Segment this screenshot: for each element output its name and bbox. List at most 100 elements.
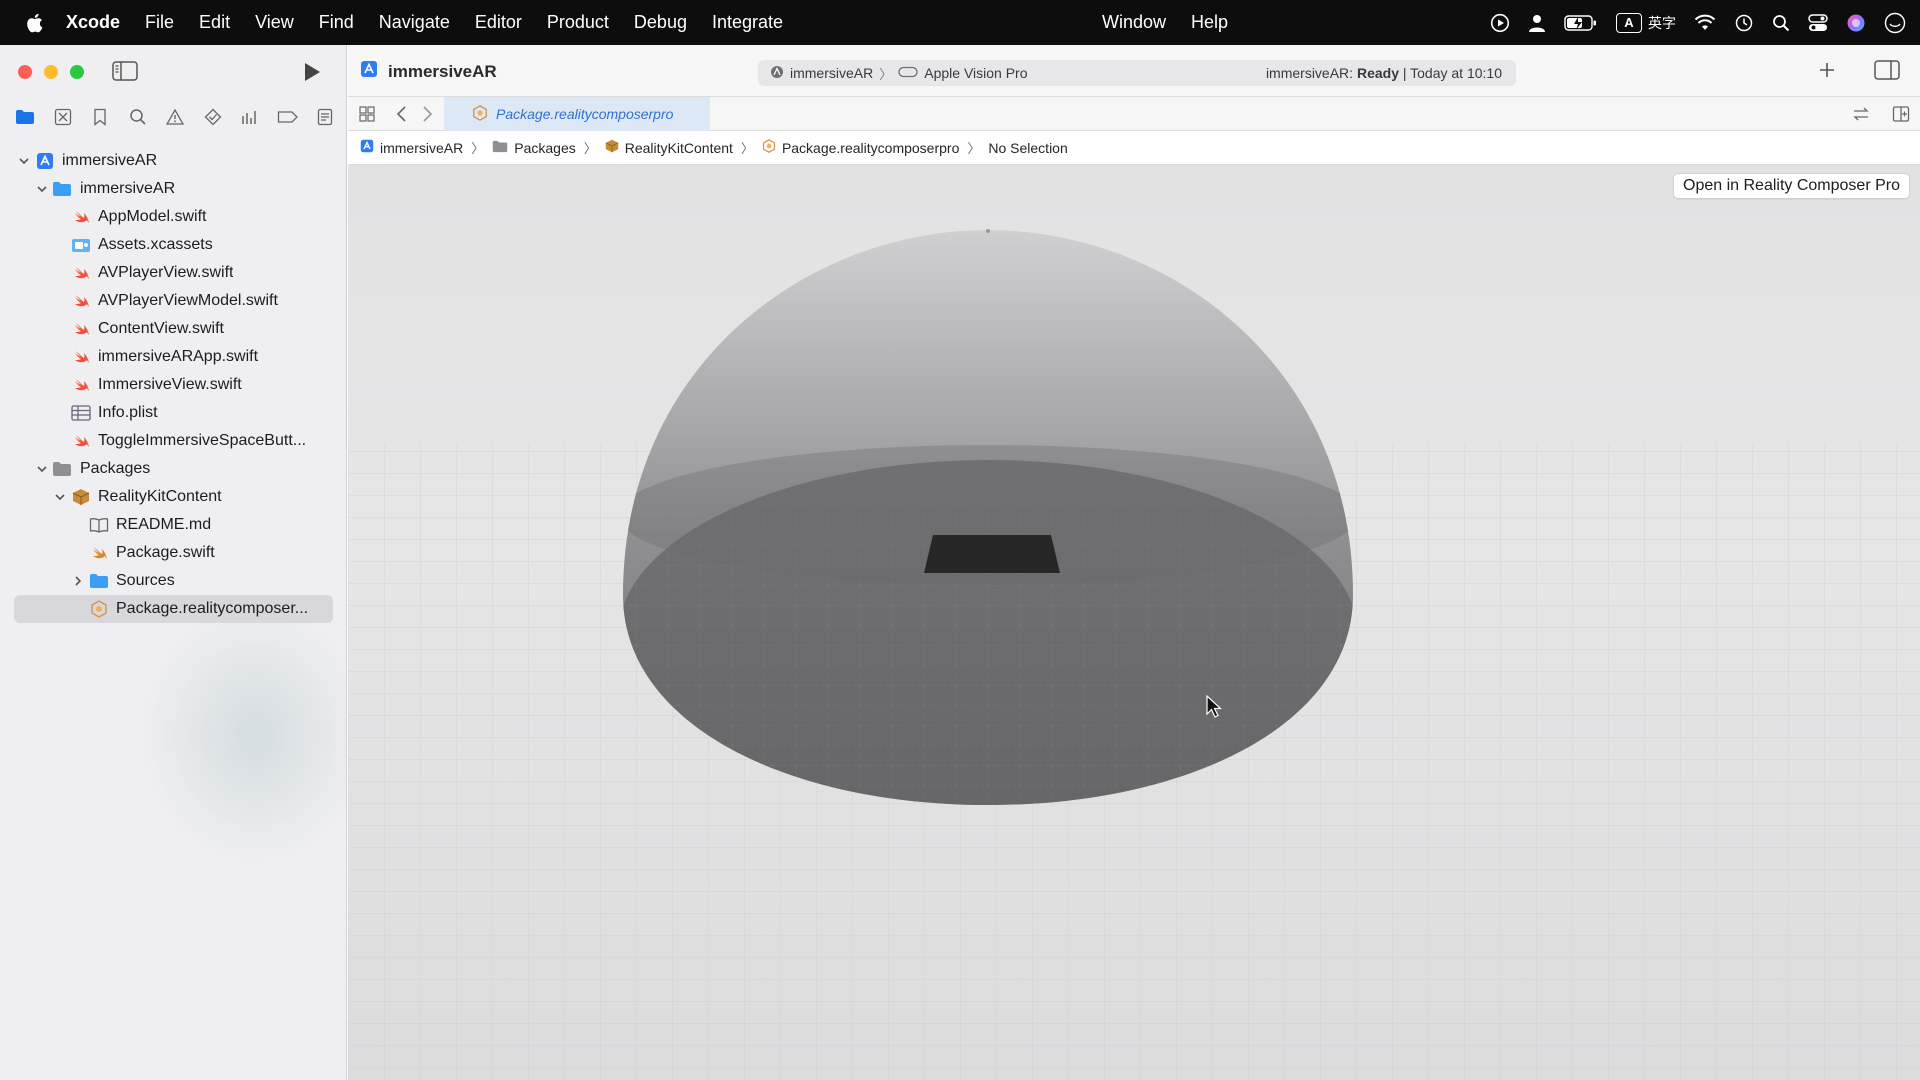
tree-item-label: Package.realitycomposer... <box>116 600 309 617</box>
chevron-down-icon[interactable] <box>54 491 66 503</box>
editor-tab-active[interactable]: Package.realitycomposerpro <box>444 97 710 131</box>
report-navigator-icon[interactable] <box>314 106 336 128</box>
person-icon[interactable] <box>1528 13 1546 33</box>
add-library-icon[interactable] <box>1818 61 1836 84</box>
debug-navigator-icon[interactable] <box>239 106 261 128</box>
xcode-project-icon <box>360 139 374 156</box>
open-in-reality-composer-button[interactable]: Open in Reality Composer Pro <box>1673 173 1910 199</box>
inspector-toggle-icon[interactable] <box>1874 60 1900 85</box>
tree-item-label: AppModel.swift <box>98 208 207 225</box>
chevron-right-icon[interactable] <box>72 575 84 587</box>
3d-scene <box>348 229 1920 1080</box>
wifi-icon[interactable] <box>1694 14 1716 32</box>
tree-item-folder[interactable]: Packages <box>0 455 346 483</box>
related-items-icon[interactable] <box>358 105 376 128</box>
menu-integrate[interactable]: Integrate <box>712 12 783 33</box>
breadcrumb-item[interactable]: RealityKitContent <box>605 139 733 156</box>
tree-item-file[interactable]: Assets.xcassets <box>0 231 346 259</box>
find-navigator-icon[interactable] <box>127 106 149 128</box>
menu-debug[interactable]: Debug <box>634 12 687 33</box>
breadcrumb-item[interactable]: immersiveAR <box>360 139 463 156</box>
breadcrumb-label: immersiveAR <box>380 139 464 156</box>
menu-help[interactable]: Help <box>1191 12 1228 33</box>
menu-app-name[interactable]: Xcode <box>66 12 120 33</box>
project-navigator-icon[interactable] <box>14 106 36 128</box>
breadcrumb-item[interactable]: Packages <box>492 139 576 156</box>
chevron-down-icon[interactable] <box>36 183 48 195</box>
tree-item-package[interactable]: RealityKitContent <box>0 483 346 511</box>
back-icon[interactable] <box>395 105 409 128</box>
reality-composer-preview[interactable]: Open in Reality Composer Pro <box>348 165 1920 1080</box>
tree-item-label: immersiveAR <box>62 152 158 169</box>
window-controls <box>18 65 84 79</box>
source-control-navigator-icon[interactable] <box>52 106 74 128</box>
window-toolbar: immersiveAR immersiveAR 〉 Apple Vision P… <box>348 45 1920 97</box>
close-window-button[interactable] <box>18 65 32 79</box>
test-navigator-icon[interactable] <box>202 106 224 128</box>
breakpoint-navigator-icon[interactable] <box>277 106 299 128</box>
breadcrumb-item[interactable]: Package.realitycomposerpro <box>762 139 959 156</box>
add-editor-icon[interactable] <box>1892 105 1910 128</box>
menu-window[interactable]: Window <box>1102 12 1166 33</box>
jump-bar: immersiveAR 〉 Packages 〉 RealityKitConte… <box>348 131 1920 165</box>
apple-menu-icon[interactable] <box>24 11 46 35</box>
tree-item-file[interactable]: immersiveARApp.swift <box>0 343 346 371</box>
breadcrumb-label: Packages <box>514 139 576 156</box>
menu-edit[interactable]: Edit <box>199 12 230 33</box>
input-method-icon[interactable]: A 英字 <box>1616 12 1676 33</box>
forward-icon[interactable] <box>420 105 434 128</box>
bookmark-navigator-icon[interactable] <box>89 106 111 128</box>
tree-item-label: Package.swift <box>116 544 215 561</box>
folder-icon <box>89 571 109 591</box>
tree-item-file[interactable]: Info.plist <box>0 399 346 427</box>
chevron-down-icon[interactable] <box>36 463 48 475</box>
time-machine-icon[interactable] <box>1734 13 1754 33</box>
tree-item-folder[interactable]: Sources <box>0 567 346 595</box>
menu-navigate[interactable]: Navigate <box>379 12 450 33</box>
reality-composer-icon <box>762 139 776 156</box>
breadcrumb-label: Package.realitycomposerpro <box>781 139 960 156</box>
xcode-project-icon <box>35 151 55 171</box>
tree-item-label: AVPlayerViewModel.swift <box>98 292 278 309</box>
tree-item-file[interactable]: ToggleImmersiveSpaceButt... <box>0 427 346 455</box>
user-icon[interactable] <box>1884 12 1906 34</box>
tree-item-file[interactable]: ContentView.swift <box>0 315 346 343</box>
tree-item-file[interactable]: Package.swift <box>0 539 346 567</box>
activity-view: immersiveAR 〉 Apple Vision Pro immersive… <box>758 60 1516 86</box>
swap-icon[interactable] <box>1852 105 1870 128</box>
run-button[interactable] <box>302 61 322 88</box>
tree-item-folder[interactable]: immersiveAR <box>0 175 346 203</box>
zoom-window-button[interactable] <box>70 65 84 79</box>
menu-find[interactable]: Find <box>319 12 354 33</box>
swift-file-icon <box>71 375 91 395</box>
tree-item-label: ToggleImmersiveSpaceButt... <box>98 432 307 449</box>
spotlight-icon[interactable] <box>1772 14 1790 32</box>
issue-navigator-icon[interactable] <box>164 106 186 128</box>
minimize-window-button[interactable] <box>44 65 58 79</box>
breadcrumb-item[interactable]: No Selection <box>988 140 1067 156</box>
tree-item-file[interactable]: AVPlayerView.swift <box>0 259 346 287</box>
menu-product[interactable]: Product <box>547 12 609 33</box>
tree-item-file[interactable]: AppModel.swift <box>0 203 346 231</box>
battery-icon[interactable] <box>1564 14 1598 32</box>
chevron-right-icon: 〉 <box>471 141 485 156</box>
tree-item-file[interactable]: AVPlayerViewModel.swift <box>0 287 346 315</box>
xcode-project-icon <box>360 60 378 83</box>
tree-item-file[interactable]: README.md <box>0 511 346 539</box>
menu-view[interactable]: View <box>255 12 294 33</box>
editor-area: immersiveAR immersiveAR 〉 Apple Vision P… <box>348 45 1920 1080</box>
chevron-right-icon: 〉 <box>879 66 893 82</box>
tree-item-selected[interactable]: Package.realitycomposer... <box>0 595 346 623</box>
tree-item-project[interactable]: immersiveAR <box>0 147 346 175</box>
menu-file[interactable]: File <box>145 12 174 33</box>
ime-text: 英字 <box>1648 14 1676 31</box>
siri-icon[interactable] <box>1846 13 1866 33</box>
menu-editor[interactable]: Editor <box>475 12 522 33</box>
tree-item-file[interactable]: ImmersiveView.swift <box>0 371 346 399</box>
status-prefix: immersiveAR: <box>1265 65 1357 81</box>
sidebar-toggle-icon[interactable] <box>112 61 138 86</box>
control-center-icon[interactable] <box>1808 13 1828 32</box>
scheme-selector[interactable]: immersiveAR 〉 Apple Vision Pro <box>770 64 1028 83</box>
play-circle-icon[interactable] <box>1490 13 1510 33</box>
chevron-down-icon[interactable] <box>18 155 30 167</box>
